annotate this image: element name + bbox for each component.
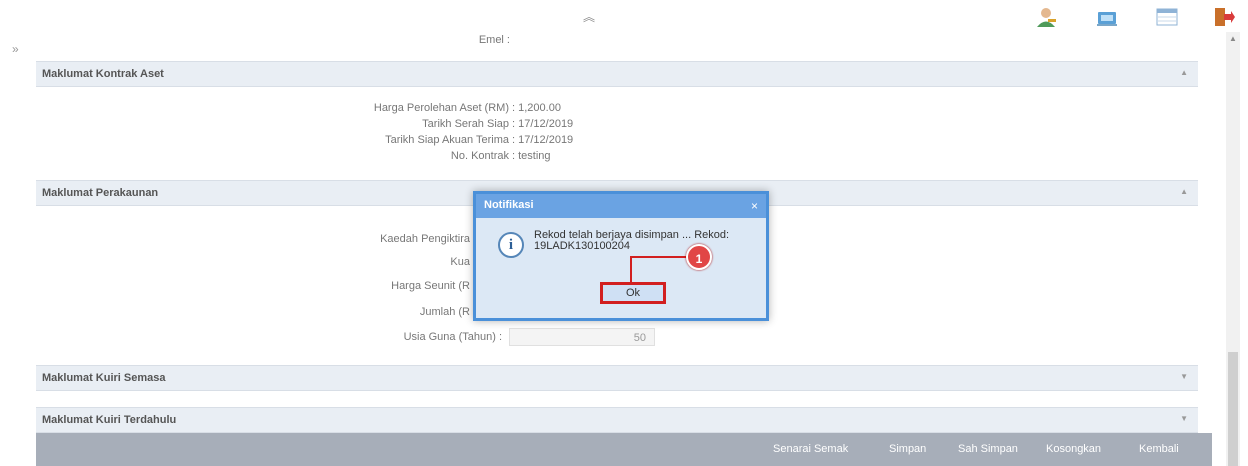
section-kuiri-terdahulu[interactable]: Maklumat Kuiri Terdahulu ▼ bbox=[36, 407, 1198, 433]
senarai-semak-button[interactable]: Senarai Semak bbox=[773, 443, 848, 455]
field-label: Jumlah (R bbox=[419, 306, 470, 318]
info-icon: i bbox=[498, 232, 524, 258]
dialog-header: Notifikasi × bbox=[476, 194, 766, 218]
section-kuiri-semasa[interactable]: Maklumat Kuiri Semasa ▼ bbox=[36, 365, 1198, 391]
message-line-2: 19LADK130100204 bbox=[534, 240, 631, 252]
callout-line bbox=[630, 256, 632, 282]
field-label: No. Kontrak bbox=[450, 150, 509, 162]
double-chevron-right-icon[interactable]: » bbox=[12, 42, 19, 56]
top-toolbar: ︽ bbox=[0, 0, 1248, 32]
user-key-icon[interactable] bbox=[1034, 6, 1058, 28]
expand-icon[interactable]: ▼ bbox=[1180, 414, 1188, 423]
expand-icon[interactable]: ▼ bbox=[1180, 372, 1188, 381]
field-label: Kaedah Pengiktira bbox=[380, 233, 470, 245]
close-icon[interactable]: × bbox=[751, 199, 758, 213]
ok-button[interactable]: Ok bbox=[600, 282, 666, 304]
field-label: Kua bbox=[450, 256, 470, 268]
section-title: Maklumat Kuiri Terdahulu bbox=[42, 414, 177, 426]
scroll-thumb[interactable] bbox=[1228, 352, 1238, 466]
kembali-button[interactable]: Kembali bbox=[1139, 443, 1179, 455]
callout-line bbox=[630, 256, 688, 258]
double-chevron-up-icon[interactable]: ︽ bbox=[583, 11, 595, 23]
section-title: Maklumat Kontrak Aset bbox=[42, 68, 164, 80]
simpan-button[interactable]: Simpan bbox=[889, 443, 926, 455]
field-value: : testing bbox=[512, 150, 551, 162]
field-label: Tarikh Siap Akuan Terima bbox=[385, 134, 509, 146]
callout-number-badge: 1 bbox=[686, 244, 712, 270]
field-value: : 17/12/2019 bbox=[512, 134, 574, 146]
collapse-icon[interactable]: ▲ bbox=[1180, 187, 1188, 196]
section-kontrak-aset[interactable]: Maklumat Kontrak Aset ▲ bbox=[36, 61, 1198, 87]
left-sidebar-rail bbox=[0, 32, 37, 466]
computer-lock-icon[interactable] bbox=[1095, 6, 1119, 28]
scroll-up-icon[interactable]: ▲ bbox=[1229, 34, 1237, 43]
section-title: Maklumat Perakaunan bbox=[42, 187, 159, 199]
kosongkan-button[interactable]: Kosongkan bbox=[1046, 443, 1101, 455]
action-bar: Senarai Semak Simpan Sah Simpan Kosongka… bbox=[36, 433, 1212, 466]
collapse-icon[interactable]: ▲ bbox=[1180, 68, 1188, 77]
usia-guna-field[interactable]: 50 bbox=[509, 328, 655, 346]
email-label: Emel : bbox=[478, 34, 510, 46]
field-value: : 1,200.00 bbox=[512, 102, 561, 114]
calendar-table-icon[interactable] bbox=[1155, 6, 1179, 28]
field-label: Tarikh Serah Siap bbox=[422, 118, 509, 130]
field-label: Harga Seunit (R bbox=[391, 280, 470, 292]
dialog-title: Notifikasi bbox=[484, 199, 534, 211]
field-label: Harga Perolehan Aset (RM) bbox=[373, 102, 509, 114]
field-label: Usia Guna (Tahun) : bbox=[403, 331, 502, 343]
field-value: : 17/12/2019 bbox=[512, 118, 574, 130]
logout-icon[interactable] bbox=[1212, 6, 1236, 28]
section-title: Maklumat Kuiri Semasa bbox=[42, 372, 166, 384]
notification-dialog: Notifikasi × i Rekod telah berjaya disim… bbox=[473, 191, 769, 321]
dialog-message: Rekod telah berjaya disimpan ... Rekod: … bbox=[534, 230, 754, 252]
sah-simpan-button[interactable]: Sah Simpan bbox=[958, 443, 1018, 455]
dialog-body: i Rekod telah berjaya disimpan ... Rekod… bbox=[476, 218, 766, 318]
